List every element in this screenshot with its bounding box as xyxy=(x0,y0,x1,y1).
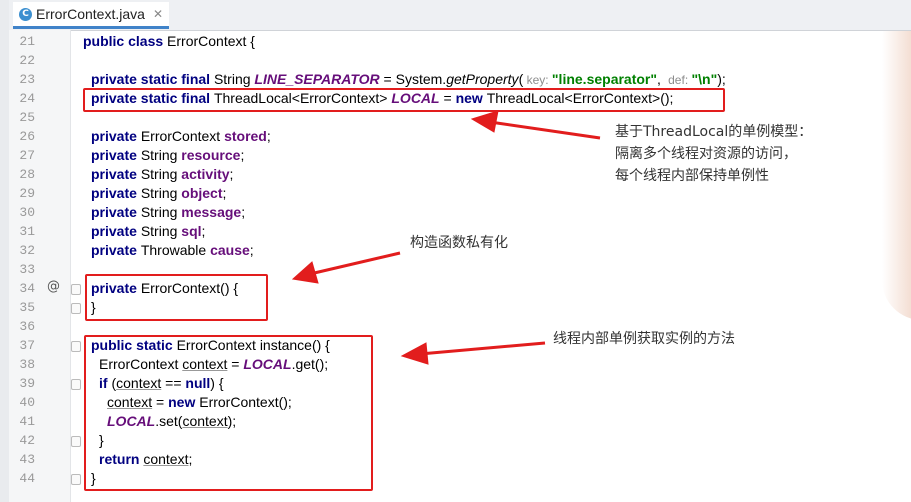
code-text: ; xyxy=(266,128,271,144)
line-number: 37 xyxy=(19,338,35,353)
fold-toggle-icon[interactable] xyxy=(71,284,81,295)
code-text: = System. xyxy=(379,71,447,87)
keyword: private xyxy=(91,185,141,201)
keyword: private xyxy=(91,128,141,144)
field: message xyxy=(181,204,242,220)
type: ErrorContext xyxy=(140,128,225,144)
tab-errorcontext[interactable]: C ErrorContext.java ✕ xyxy=(13,2,169,29)
param-hint: key: xyxy=(523,73,552,87)
keyword: private xyxy=(91,147,141,163)
tab-label: ErrorContext.java xyxy=(36,6,145,22)
code-text: ; xyxy=(201,223,206,239)
line-number: 35 xyxy=(19,300,35,315)
keyword: private xyxy=(91,204,141,220)
fold-toggle-icon[interactable] xyxy=(71,379,81,390)
line-number: 25 xyxy=(19,110,35,125)
code-line-21: public class ErrorContext { xyxy=(0,32,911,51)
line-number: 36 xyxy=(19,319,35,334)
param-hint: def: xyxy=(664,73,692,87)
keyword: private xyxy=(91,242,141,258)
line-number: 42 xyxy=(19,433,35,448)
type: String xyxy=(140,185,182,201)
line-number: 44 xyxy=(19,471,35,486)
type: String xyxy=(140,166,182,182)
type: String xyxy=(213,71,255,87)
type: Throwable xyxy=(140,242,211,258)
method: getProperty xyxy=(446,71,519,87)
annotation-instance-method: 线程内部单例获取实例的方法 xyxy=(553,331,735,347)
line-number: 24 xyxy=(19,91,35,106)
code-text: ; xyxy=(222,185,227,201)
line-number: 40 xyxy=(19,395,35,410)
keyword: private xyxy=(91,223,141,239)
highlight-box-local xyxy=(83,88,725,112)
line-number: 21 xyxy=(19,34,35,49)
field: object xyxy=(181,185,223,201)
field: activity xyxy=(181,166,230,182)
code-text: ; xyxy=(229,166,234,182)
code-text: ErrorContext { xyxy=(167,33,255,49)
line-number: 33 xyxy=(19,262,35,277)
string-literal: "\n" xyxy=(691,71,718,87)
field: cause xyxy=(210,242,250,258)
class-icon: C xyxy=(19,7,32,21)
annotation-private-constructor: 构造函数私有化 xyxy=(410,235,508,251)
string-literal: "line.separator" xyxy=(551,71,658,87)
close-icon[interactable]: ✕ xyxy=(153,7,163,21)
type: String xyxy=(140,204,182,220)
keyword: public class xyxy=(83,33,168,49)
line-number: 22 xyxy=(19,53,35,68)
code-text: ; xyxy=(241,204,246,220)
keyword: private xyxy=(91,166,141,182)
line-number: 29 xyxy=(19,186,35,201)
type: String xyxy=(140,147,182,163)
constant: LINE_SEPARATOR xyxy=(254,71,380,87)
code-line-23: private static final String LINE_SEPARAT… xyxy=(0,70,911,89)
line-number: 27 xyxy=(19,148,35,163)
type: String xyxy=(140,223,182,239)
line-number: 34 xyxy=(19,281,35,296)
code-text: ); xyxy=(717,71,726,87)
line-number: 43 xyxy=(19,452,35,467)
fold-toggle-icon[interactable] xyxy=(71,341,81,352)
line-number: 41 xyxy=(19,414,35,429)
code-text: ; xyxy=(240,147,245,163)
fold-toggle-icon[interactable] xyxy=(71,474,81,485)
annotation-threadlocal-singleton: 基于ThreadLocal的单例模型： 隔离多个线程对资源的访问， 每个线程内部… xyxy=(615,124,813,184)
field: sql xyxy=(181,223,202,239)
line-number: 23 xyxy=(19,72,35,87)
fold-toggle-icon[interactable] xyxy=(71,303,81,314)
highlight-box-instance xyxy=(84,335,373,491)
highlight-box-constructor xyxy=(85,274,268,321)
fold-toggle-icon[interactable] xyxy=(71,436,81,447)
line-number: 39 xyxy=(19,376,35,391)
field: resource xyxy=(181,147,241,163)
line-number: 30 xyxy=(19,205,35,220)
code-text: , xyxy=(657,71,665,87)
line-number: 32 xyxy=(19,243,35,258)
line-number: 28 xyxy=(19,167,35,182)
override-marker-icon[interactable]: @ xyxy=(47,279,60,294)
line-number: 26 xyxy=(19,129,35,144)
line-number: 38 xyxy=(19,357,35,372)
code-text: ; xyxy=(249,242,254,258)
code-line-30: private String message; xyxy=(0,203,911,222)
field: stored xyxy=(224,128,267,144)
keyword: private static final xyxy=(91,71,214,87)
editor-tab-bar: C ErrorContext.java ✕ xyxy=(9,0,911,31)
line-number: 31 xyxy=(19,224,35,239)
